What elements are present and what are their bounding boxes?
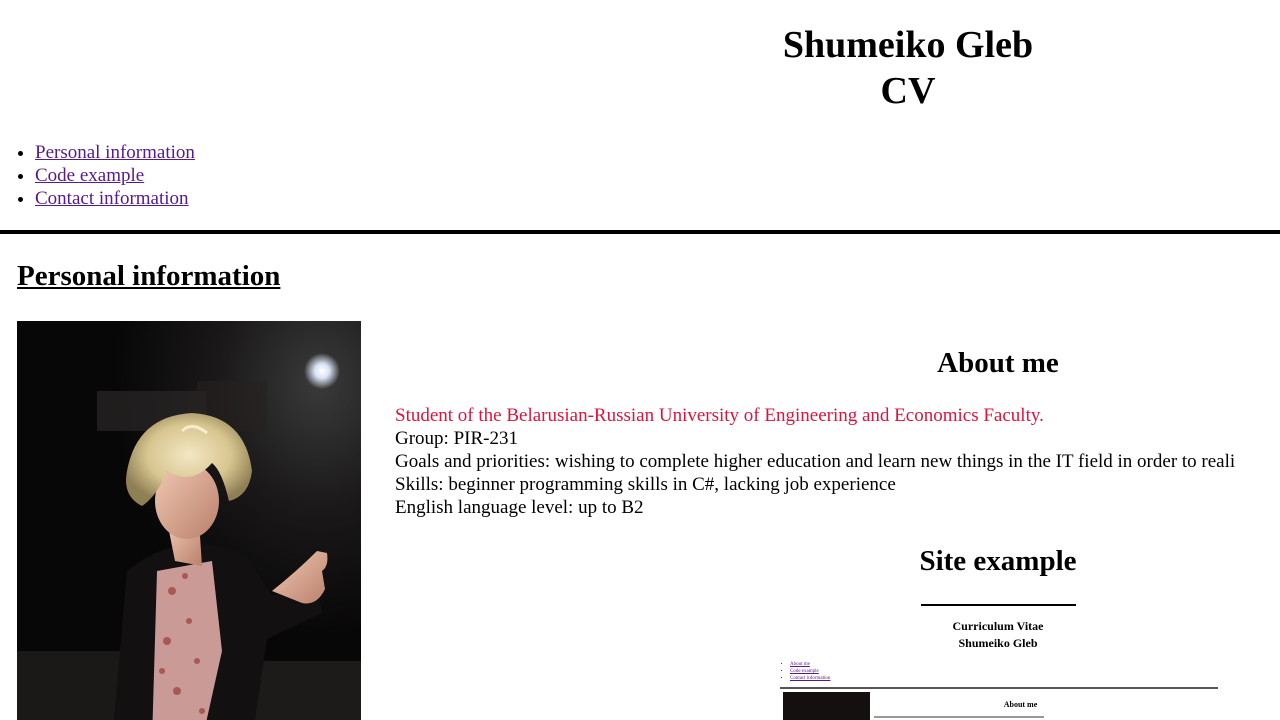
mini-title-line2: Shumeiko Gleb	[958, 636, 1038, 650]
about-me-text: Student of the Belarusian-Russian Univer…	[395, 404, 1280, 519]
site-example-screenshot: Curriculum Vitae Shumeiko Gleb About me …	[778, 598, 1220, 720]
mini-nav-link: Code example	[790, 669, 819, 674]
about-me-heading: About me	[937, 347, 1059, 379]
mini-title-line1: Curriculum Vitae	[952, 619, 1044, 633]
nav-link-contact-information[interactable]: Contact information	[35, 188, 189, 209]
mini-nav-link: About me	[790, 662, 810, 667]
cv-page: Shumeiko Gleb CV Personal information Co…	[0, 0, 1280, 720]
mini-about-heading: About me	[1003, 700, 1038, 709]
nav-item-code: Code example	[35, 164, 195, 187]
nav-item-contact: Contact information	[35, 187, 195, 210]
mini-nav: About me Code example Contact informatio…	[783, 661, 830, 682]
about-line-english: English language level: up to B2	[395, 497, 644, 518]
site-example-heading: Site example	[919, 545, 1077, 577]
profile-photo-image	[17, 321, 361, 720]
about-line-group: Group: PIR-231	[395, 428, 518, 449]
page-title-name: Shumeiko Gleb	[782, 24, 1034, 66]
nav-item-personal: Personal information	[35, 141, 195, 164]
profile-photo	[17, 321, 361, 720]
nav-link-code-example[interactable]: Code example	[35, 165, 144, 186]
mini-divider	[780, 687, 1218, 689]
mini-nav-item: Contact information	[790, 675, 830, 682]
mini-nav-link: Contact information	[790, 676, 831, 681]
mini-nav-item: About me	[790, 661, 830, 668]
mini-text-line	[874, 716, 1044, 718]
nav-link-personal-information[interactable]: Personal information	[35, 142, 195, 163]
page-title-cv: CV	[880, 70, 936, 112]
mini-photo	[783, 692, 870, 720]
mini-nav-item: Code example	[790, 668, 830, 675]
header-divider	[0, 230, 1280, 234]
section-title-personal-information: Personal information	[17, 260, 281, 292]
mini-top-rule	[921, 604, 1076, 606]
about-line-goals: Goals and priorities: wishing to complet…	[395, 451, 1236, 472]
about-line-university: Student of the Belarusian-Russian Univer…	[395, 405, 1044, 426]
page-title: Shumeiko Gleb CV	[708, 22, 1108, 114]
main-nav: Personal information Code example Contac…	[0, 141, 195, 210]
about-line-skills: Skills: beginner programming skills in C…	[395, 474, 896, 495]
mini-page-title: Curriculum Vitae Shumeiko Gleb	[898, 618, 1098, 652]
